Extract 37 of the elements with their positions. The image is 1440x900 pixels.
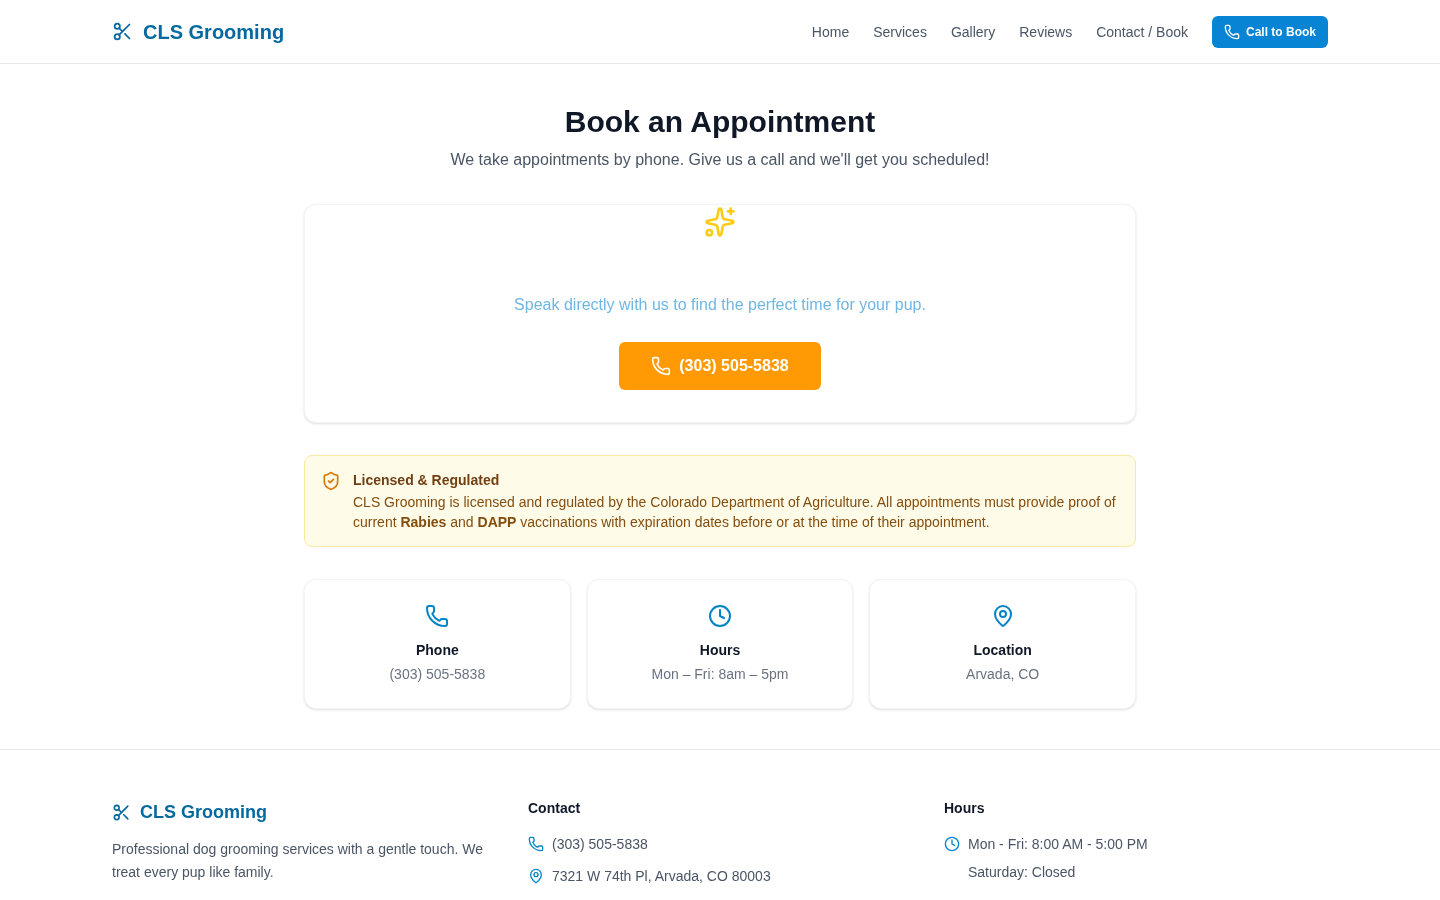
nav-link[interactable]: Reviews — [1019, 21, 1073, 42]
map-pin-icon — [528, 868, 544, 884]
nav-link[interactable]: Services — [873, 21, 927, 42]
notice-title: Licensed & Regulated — [353, 471, 501, 490]
footer-contact-text: (303) 505-5838 — [552, 835, 648, 854]
shield-check-icon — [321, 471, 341, 491]
footer-hours-text: Saturday: Closed — [968, 863, 1076, 882]
footer-heading: Hours — [944, 799, 986, 818]
info-card-value: Arvada, CO — [966, 665, 1040, 684]
nav-link[interactable]: Gallery — [950, 21, 996, 42]
info-card-value: Mon – Fri: 8am – 5pm — [651, 665, 789, 684]
info-card-value: (303) 505-5838 — [389, 665, 486, 684]
info-card-title: Hours — [699, 641, 741, 660]
scissors-icon — [112, 21, 133, 42]
footer-hours-text: Mon - Fri: 8:00 AM - 5:00 PM — [968, 835, 1148, 854]
nav-link[interactable]: Home — [811, 21, 850, 42]
page-title: Book an Appointment — [563, 104, 877, 140]
footer-description: Professional dog grooming services with a gentle touch. We treat every pup like family. — [112, 840, 484, 882]
call-to-book-button[interactable]: Call to Book — [1212, 15, 1328, 48]
tagline-text: Speak directly with us to find the perfect time for your pup. — [514, 295, 926, 315]
phone-icon — [651, 356, 672, 376]
scissors-icon — [112, 802, 131, 822]
phone-icon — [1224, 23, 1240, 40]
clock-icon — [708, 604, 732, 628]
nav-link[interactable]: Contact / Book — [1096, 21, 1188, 42]
sparkles-icon — [704, 206, 736, 238]
info-card-title: Location — [973, 641, 1032, 660]
notice-text: CLS Grooming is licensed and regulated by the Colorado Department of Agriculture. All appointments must provide proof of current Rabies and DAPP vaccinations with expiration dates before or at the time of their appointment. — [353, 493, 1117, 532]
footer-contact-text: 7321 W 74th Pl, Arvada, CO 80003 — [552, 867, 771, 886]
phone-icon — [528, 836, 544, 852]
site-logo[interactable]: CLS Grooming — [112, 16, 285, 47]
clock-icon — [944, 836, 960, 852]
footer-heading: Contact — [528, 799, 582, 818]
page-subtitle: We take appointments by phone. Give us a call and we'll get you scheduled! — [449, 150, 991, 170]
footer-logo-text: CLS Grooming — [140, 801, 267, 824]
phone-icon — [425, 604, 450, 628]
info-card-title: Phone — [415, 641, 459, 660]
